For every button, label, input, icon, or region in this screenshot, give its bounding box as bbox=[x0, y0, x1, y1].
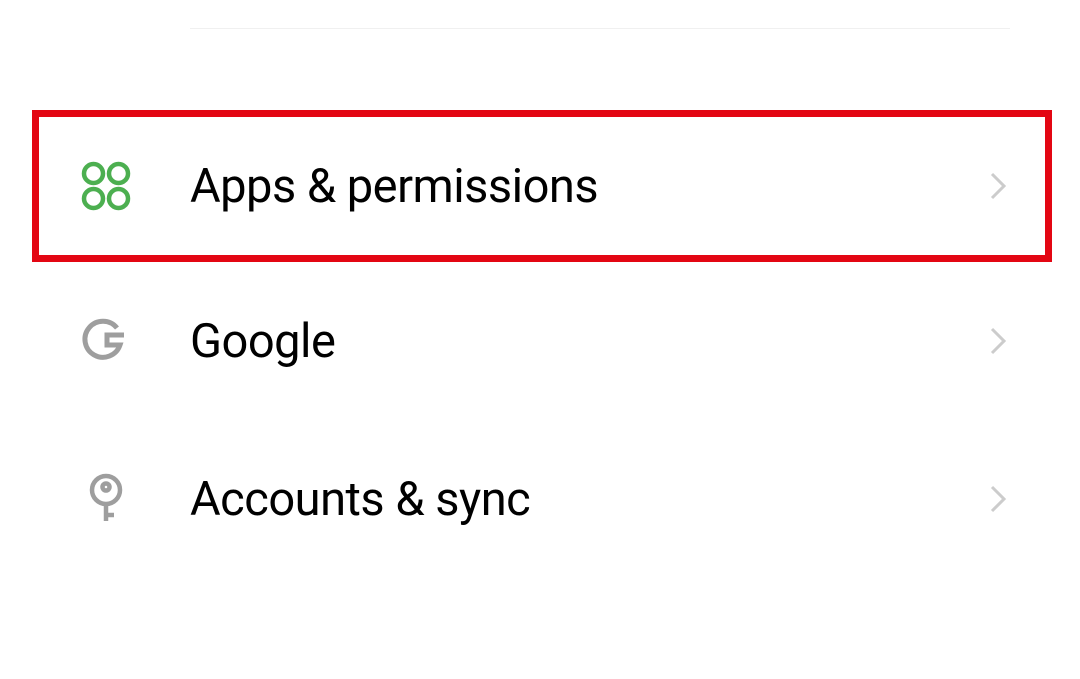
settings-item-google[interactable]: Google bbox=[0, 262, 1080, 420]
settings-list: Apps & permissions Google bbox=[0, 110, 1080, 578]
settings-item-label: Apps & permissions bbox=[190, 159, 986, 214]
google-icon bbox=[80, 315, 132, 367]
chevron-right-icon bbox=[986, 479, 1010, 519]
settings-item-label: Accounts & sync bbox=[190, 472, 986, 527]
chevron-right-icon bbox=[986, 321, 1010, 361]
settings-item-label: Google bbox=[190, 314, 986, 369]
key-icon bbox=[80, 473, 132, 525]
settings-item-accounts-sync[interactable]: Accounts & sync bbox=[0, 420, 1080, 578]
chevron-right-icon bbox=[986, 166, 1010, 206]
divider bbox=[190, 28, 1010, 29]
settings-item-apps-permissions[interactable]: Apps & permissions bbox=[32, 110, 1052, 262]
apps-icon bbox=[80, 160, 132, 212]
